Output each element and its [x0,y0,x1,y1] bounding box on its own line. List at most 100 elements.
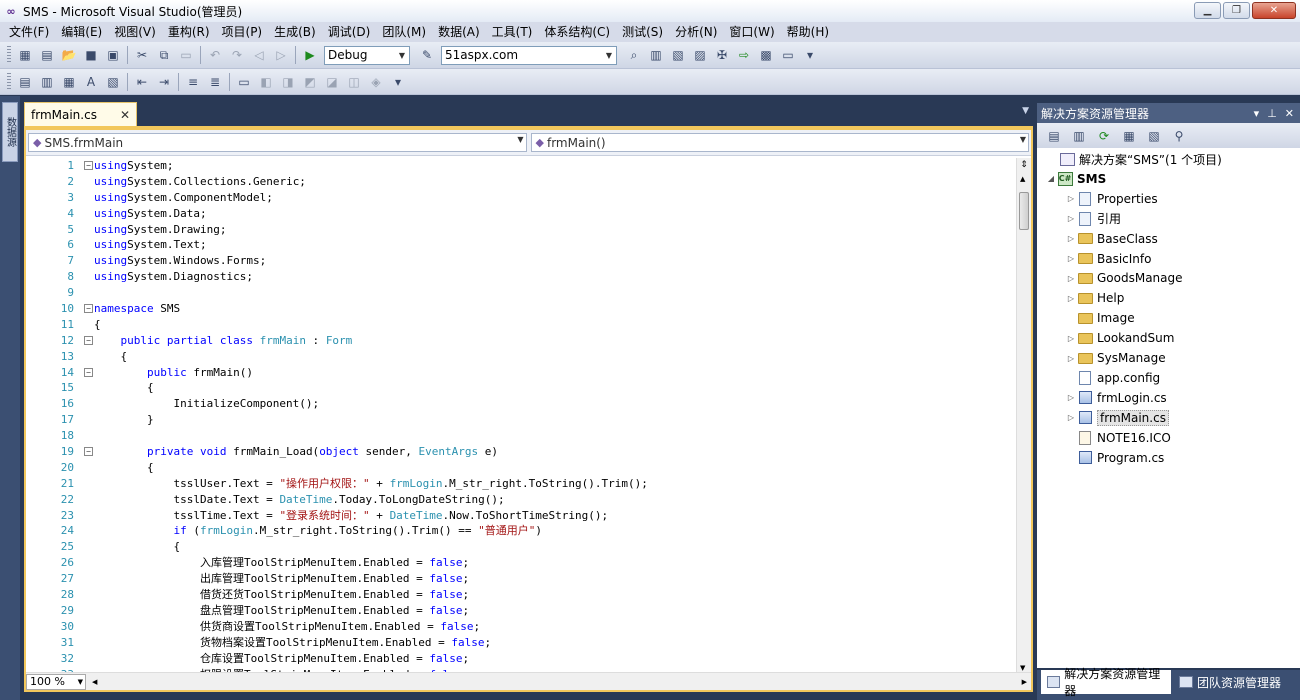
menu-build[interactable]: 生成(B) [268,22,322,42]
menu-edit[interactable]: 编辑(E) [55,22,108,42]
tab-team-explorer[interactable]: 团队资源管理器 [1173,670,1298,694]
minimize-button[interactable]: ▁ [1194,2,1221,19]
refresh-icon[interactable]: ⟳ [1094,126,1114,146]
display-word-completion-icon[interactable]: A [81,72,101,92]
menu-project[interactable]: 项目(P) [216,22,269,42]
start-debugging-icon[interactable]: ▶ [300,45,320,65]
tree-item[interactable]: 解决方案“SMS”(1 个项目) [1047,149,1222,169]
toolbar-options-icon[interactable]: ▾ [800,45,820,65]
undo-icon[interactable]: ↶ [205,45,225,65]
save-all-icon[interactable]: ▣ [103,45,123,65]
menu-view[interactable]: 视图(V) [108,22,162,42]
navigate-backward-icon[interactable]: ◁ [249,45,269,65]
tree-item[interactable]: ▷ BaseClass [1065,229,1158,249]
clear-bookmarks-icon[interactable]: ◫ [344,72,364,92]
collapse-region-icon[interactable]: − [84,161,93,170]
close-icon[interactable]: ✕ [1285,107,1294,120]
tree-item[interactable]: ▷ 引用 [1065,209,1121,229]
collapse-region-icon[interactable]: − [84,304,93,314]
code-line[interactable]: 2 usingSystem.Collections.Generic; [26,174,1016,190]
expand-icon[interactable]: ▷ [1065,334,1077,343]
next-bookmark-in-folder-icon[interactable]: ◪ [322,72,342,92]
code-line[interactable]: 27 出库管理ToolStripMenuItem.Enabled = false… [26,571,1016,587]
cut-icon[interactable]: ✂ [132,45,152,65]
menu-tools[interactable]: 工具(T) [486,22,539,42]
close-tab-icon[interactable]: ✕ [120,108,130,122]
code-line[interactable]: 5 usingSystem.Drawing; [26,222,1016,238]
format-icon[interactable]: ▧ [103,72,123,92]
menu-analyze[interactable]: 分析(N) [669,22,723,42]
tree-item[interactable]: ▷ SysManage [1065,348,1166,368]
menu-team[interactable]: 团队(M) [376,22,432,42]
scroll-right-icon[interactable]: ▶ [1022,678,1027,686]
code-line[interactable]: 11 { [26,317,1016,333]
bookmark-options-icon[interactable]: ◈ [366,72,386,92]
code-line[interactable]: 8 usingSystem.Diagnostics; [26,269,1016,285]
tab-solution-explorer[interactable]: 解决方案资源管理器 [1041,667,1171,698]
find-icon[interactable]: ⌕ [624,45,644,65]
scroll-thumb[interactable] [1019,192,1029,230]
code-line[interactable]: 10− namespace SMS [26,301,1016,317]
start-page-icon[interactable]: ⇨ [734,45,754,65]
code-line[interactable]: 31 货物档案设置ToolStripMenuItem.Enabled = fal… [26,635,1016,651]
command-window-icon[interactable]: ▭ [778,45,798,65]
tree-item[interactable]: ▷ frmLogin.cs [1065,388,1167,408]
toolbox-icon[interactable]: ✠ [712,45,732,65]
menu-architecture[interactable]: 体系结构(C) [538,22,616,42]
code-line[interactable]: 13 { [26,349,1016,365]
next-bookmark-icon[interactable]: ◨ [278,72,298,92]
close-button[interactable]: ✕ [1252,2,1296,19]
code-line[interactable]: 29 盘点管理ToolStripMenuItem.Enabled = false… [26,603,1016,619]
code-line[interactable]: 21 tsslUser.Text = "操作用户权限：" + frmLogin.… [26,476,1016,492]
toolbar-grip[interactable] [7,46,11,64]
display-object-member-list-icon[interactable]: ▤ [15,72,35,92]
increase-indent-icon[interactable]: ⇥ [154,72,174,92]
zoom-select[interactable]: 100 % ▼ [26,673,86,690]
tree-item[interactable]: ▷ Help [1065,288,1124,308]
collapse-region-icon[interactable]: − [84,367,93,377]
tree-item[interactable]: ▷ Properties [1065,189,1158,209]
code-line[interactable]: 26 入库管理ToolStripMenuItem.Enabled = false… [26,555,1016,571]
expand-icon[interactable]: ▷ [1065,354,1077,363]
view-designer-icon[interactable]: ▧ [1144,126,1164,146]
tree-item[interactable]: Image [1065,308,1135,328]
menu-test[interactable]: 测试(S) [616,22,669,42]
code-line[interactable]: 25 { [26,539,1016,555]
expand-icon[interactable]: ▷ [1065,274,1077,283]
expand-icon[interactable]: ▷ [1065,254,1077,263]
new-project-icon[interactable]: ▦ [15,45,35,65]
code-line[interactable]: 28 借货还货ToolStripMenuItem.Enabled = false… [26,587,1016,603]
solution-configuration-select[interactable]: Debug ▼ [324,45,410,65]
menu-help[interactable]: 帮助(H) [781,22,835,42]
tree-item[interactable]: ▷ GoodsManage [1065,268,1183,288]
expand-icon[interactable]: ▷ [1065,393,1077,402]
menu-data[interactable]: 数据(A) [432,22,486,42]
code-line[interactable]: 30 供货商设置ToolStripMenuItem.Enabled = fals… [26,619,1016,635]
toolbar-options-icon[interactable]: ▾ [388,72,408,92]
expand-icon[interactable]: ▷ [1065,194,1077,203]
find-combo[interactable]: 51aspx.com ▼ [441,45,617,65]
code-line[interactable]: 17 } [26,412,1016,428]
auto-hide-pin-icon[interactable]: ⊥ [1267,107,1277,120]
object-browser-icon[interactable]: ▨ [690,45,710,65]
tree-item[interactable]: app.config [1065,368,1160,388]
code-line[interactable]: 32 仓库设置ToolStripMenuItem.Enabled = false… [26,651,1016,667]
active-files-chevron-down-icon[interactable]: ▼ [1022,106,1029,116]
decrease-indent-icon[interactable]: ⇤ [132,72,152,92]
expand-icon[interactable]: ▷ [1065,413,1077,422]
display-parameter-info-icon[interactable]: ▥ [37,72,57,92]
code-line[interactable]: 3 usingSystem.ComponentModel; [26,190,1016,206]
data-sources-tab[interactable]: 数据源 [2,102,18,162]
code-line[interactable]: 23 tsslTime.Text = "登录系统时间：" + DateTime.… [26,508,1016,524]
vertical-scrollbar[interactable]: ⇕ ▲ ▼ [1016,158,1031,674]
members-select[interactable]: ◆ frmMain() ▼ [530,133,1029,152]
code-editor[interactable]: ◆ SMS.frmMain ▼ ◆ frmMain() ▼ 1− usingSys… [24,126,1033,692]
find-in-files-icon[interactable]: ✎ [417,45,437,65]
code-line[interactable]: 19− private void frmMain_Load(object sen… [26,444,1016,460]
tree-item[interactable]: ▷ LookandSum [1065,328,1174,348]
navigate-forward-icon[interactable]: ▷ [271,45,291,65]
copy-icon[interactable]: ⧉ [154,45,174,65]
properties-icon[interactable]: ▤ [1044,126,1064,146]
expand-icon[interactable]: ▷ [1065,294,1077,303]
code-line[interactable]: 7 usingSystem.Windows.Forms; [26,253,1016,269]
